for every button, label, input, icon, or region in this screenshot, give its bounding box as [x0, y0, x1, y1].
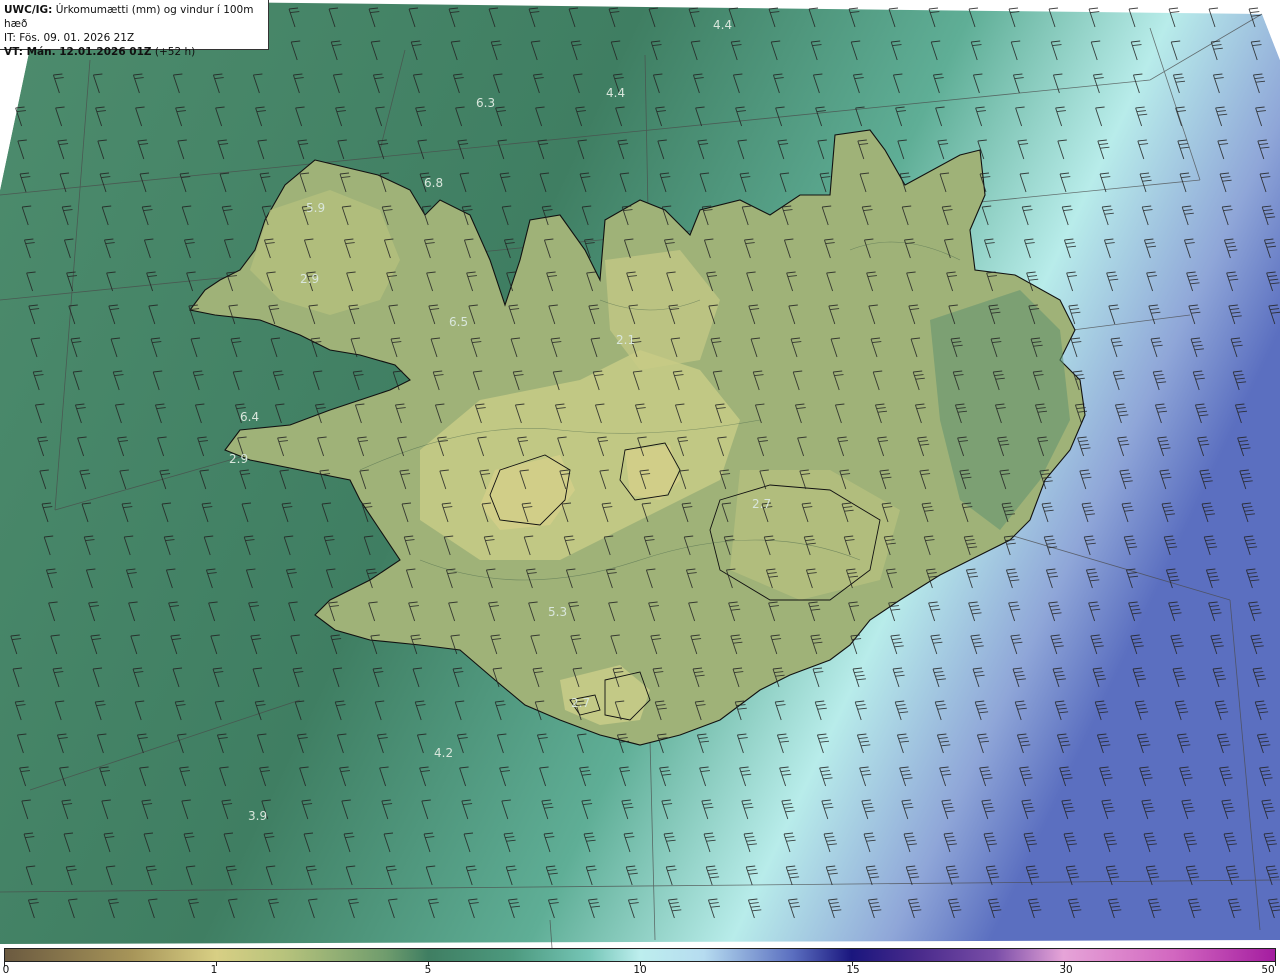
- value-label: 6.4: [240, 410, 259, 424]
- value-label: 2.7: [752, 497, 771, 511]
- map-header: UWC/IG: Úrkomumætti (mm) og vindur í 100…: [0, 0, 269, 58]
- colorbar-label: 50: [1261, 964, 1275, 976]
- lead-time: (+52 h): [154, 46, 196, 58]
- model-name: UWC/IG:: [4, 4, 53, 16]
- value-label: 3.9: [248, 809, 267, 823]
- precipitation-map: 4.4 4.4 6.3 6.8 5.9 2.9 6.5 2.1 6.4 2.9 …: [0, 0, 1280, 948]
- init-time: IT: Fös. 09. 01. 2026 21Z: [4, 32, 135, 44]
- colorbar-label: 30: [1059, 964, 1073, 976]
- value-label: 4.4: [713, 18, 732, 32]
- colorbar-label: 1: [210, 964, 218, 976]
- colorbar: 0 1 5 10 15 30 50: [0, 948, 1280, 978]
- value-label: 2.9: [300, 272, 319, 286]
- valid-time: VT: Mán. 12.01.2026 01Z: [4, 46, 152, 58]
- colorbar-label: 15: [846, 964, 860, 976]
- header-line-3: VT: Mán. 12.01.2026 01Z (+52 h): [4, 45, 264, 59]
- value-label: 6.3: [476, 96, 495, 110]
- value-label: 4.4: [606, 86, 625, 100]
- colorbar-label: 10: [633, 964, 647, 976]
- value-label: 2.1: [616, 333, 635, 347]
- colorbar-tick: [1275, 962, 1276, 966]
- value-label: 4.2: [434, 746, 453, 760]
- value-label: 5.3: [548, 605, 567, 619]
- value-label: 2.7: [571, 696, 590, 710]
- value-label: 6.8: [424, 176, 443, 190]
- value-label: 2.9: [229, 452, 248, 466]
- value-label: 5.9: [306, 201, 325, 215]
- colorbar-label: 0: [2, 964, 10, 976]
- header-line-1: UWC/IG: Úrkomumætti (mm) og vindur í 100…: [4, 3, 264, 31]
- value-label: 6.5: [449, 315, 468, 329]
- colorbar-label: 5: [424, 964, 432, 976]
- colorbar-strip: [4, 948, 1276, 962]
